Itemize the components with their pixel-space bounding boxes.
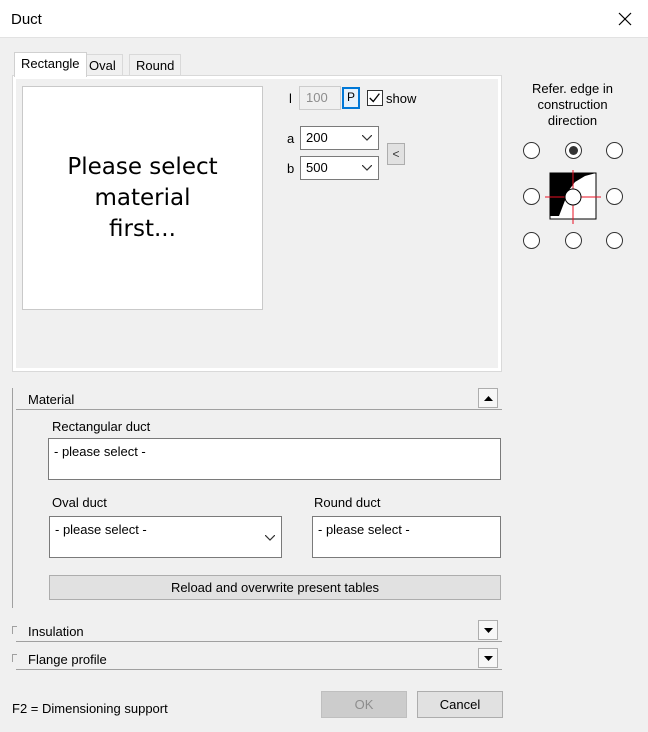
flange-title: Flange profile <box>28 652 107 667</box>
tab-oval[interactable]: Oval <box>82 54 123 76</box>
material-collapse-button[interactable] <box>478 388 498 408</box>
reload-tables-button[interactable]: Reload and overwrite present tables <box>49 575 501 600</box>
round-duct-select[interactable]: - please select - <box>312 516 501 558</box>
oval-duct-select[interactable]: - please select - <box>49 516 282 558</box>
checkmark-icon <box>369 93 380 103</box>
ref-radio-middle-left[interactable] <box>523 188 540 205</box>
f2-hint: F2 = Dimensioning support <box>12 701 168 716</box>
ref-radio-bottom-center[interactable] <box>565 232 582 249</box>
duct-section-icon <box>545 170 601 224</box>
close-button[interactable] <box>602 0 648 38</box>
chevron-down-icon <box>362 135 372 141</box>
tab-rectangle[interactable]: Rectangle <box>14 52 87 77</box>
preview-line-2: material <box>94 184 191 211</box>
oval-duct-value: - please select - <box>55 522 147 537</box>
p-button[interactable]: P <box>342 87 360 109</box>
preview-message: Please select material first... <box>43 152 243 245</box>
reference-line-3: direction <box>547 113 598 128</box>
show-label: show <box>386 91 417 106</box>
reference-line-2: construction <box>537 97 608 112</box>
flange-expand-button[interactable] <box>478 648 498 668</box>
dim-a-value: 200 <box>306 130 328 145</box>
ok-button[interactable]: OK <box>321 691 407 718</box>
window-title: Duct <box>11 11 42 28</box>
material-title: Material <box>28 392 75 407</box>
insulation-bracket <box>12 626 17 634</box>
rect-duct-label: Rectangular duct <box>52 419 151 434</box>
chevron-down-icon <box>362 165 372 171</box>
swap-dims-button[interactable]: < <box>387 143 405 165</box>
ref-radio-bottom-left[interactable] <box>523 232 540 249</box>
ref-radio-bottom-right[interactable] <box>606 232 623 249</box>
round-duct-label: Round duct <box>314 495 381 510</box>
chevron-down-icon <box>484 656 493 661</box>
ref-radio-top-left[interactable] <box>523 142 540 159</box>
shape-preview: Please select material first... <box>22 86 263 310</box>
show-checkbox[interactable] <box>367 90 383 106</box>
dim-a-select[interactable]: 200 <box>300 126 379 150</box>
ref-radio-middle-right[interactable] <box>606 188 623 205</box>
preview-line-1: Please select <box>67 153 218 180</box>
preview-line-3: first... <box>109 215 176 242</box>
close-icon <box>618 12 632 26</box>
ref-radio-top-center[interactable] <box>565 142 582 159</box>
rect-duct-field[interactable]: - please select - <box>48 438 501 480</box>
reference-line-1: Refer. edge in <box>532 81 613 96</box>
insulation-expand-button[interactable] <box>478 620 498 640</box>
dim-b-select[interactable]: 500 <box>300 156 379 180</box>
insulation-header[interactable]: Insulation <box>16 620 502 642</box>
chevron-down-icon <box>484 628 493 633</box>
flange-bracket <box>12 654 17 662</box>
ref-radio-top-right[interactable] <box>606 142 623 159</box>
chevron-down-icon <box>265 535 275 541</box>
insulation-title: Insulation <box>28 624 84 639</box>
reference-edge-label: Refer. edge in construction direction <box>520 81 625 129</box>
material-header[interactable]: Material <box>16 388 502 410</box>
tab-round[interactable]: Round <box>129 54 182 76</box>
length-label: l <box>289 91 292 106</box>
length-input[interactable]: 100 <box>299 86 341 110</box>
cancel-button[interactable]: Cancel <box>417 691 503 718</box>
dim-a-label: a <box>287 131 295 146</box>
flange-header[interactable]: Flange profile <box>16 648 502 670</box>
chevron-up-icon <box>484 396 493 401</box>
title-bar: Duct <box>0 0 648 38</box>
oval-duct-label: Oval duct <box>52 495 107 510</box>
dim-b-value: 500 <box>306 160 328 175</box>
dim-b-label: b <box>287 161 295 176</box>
